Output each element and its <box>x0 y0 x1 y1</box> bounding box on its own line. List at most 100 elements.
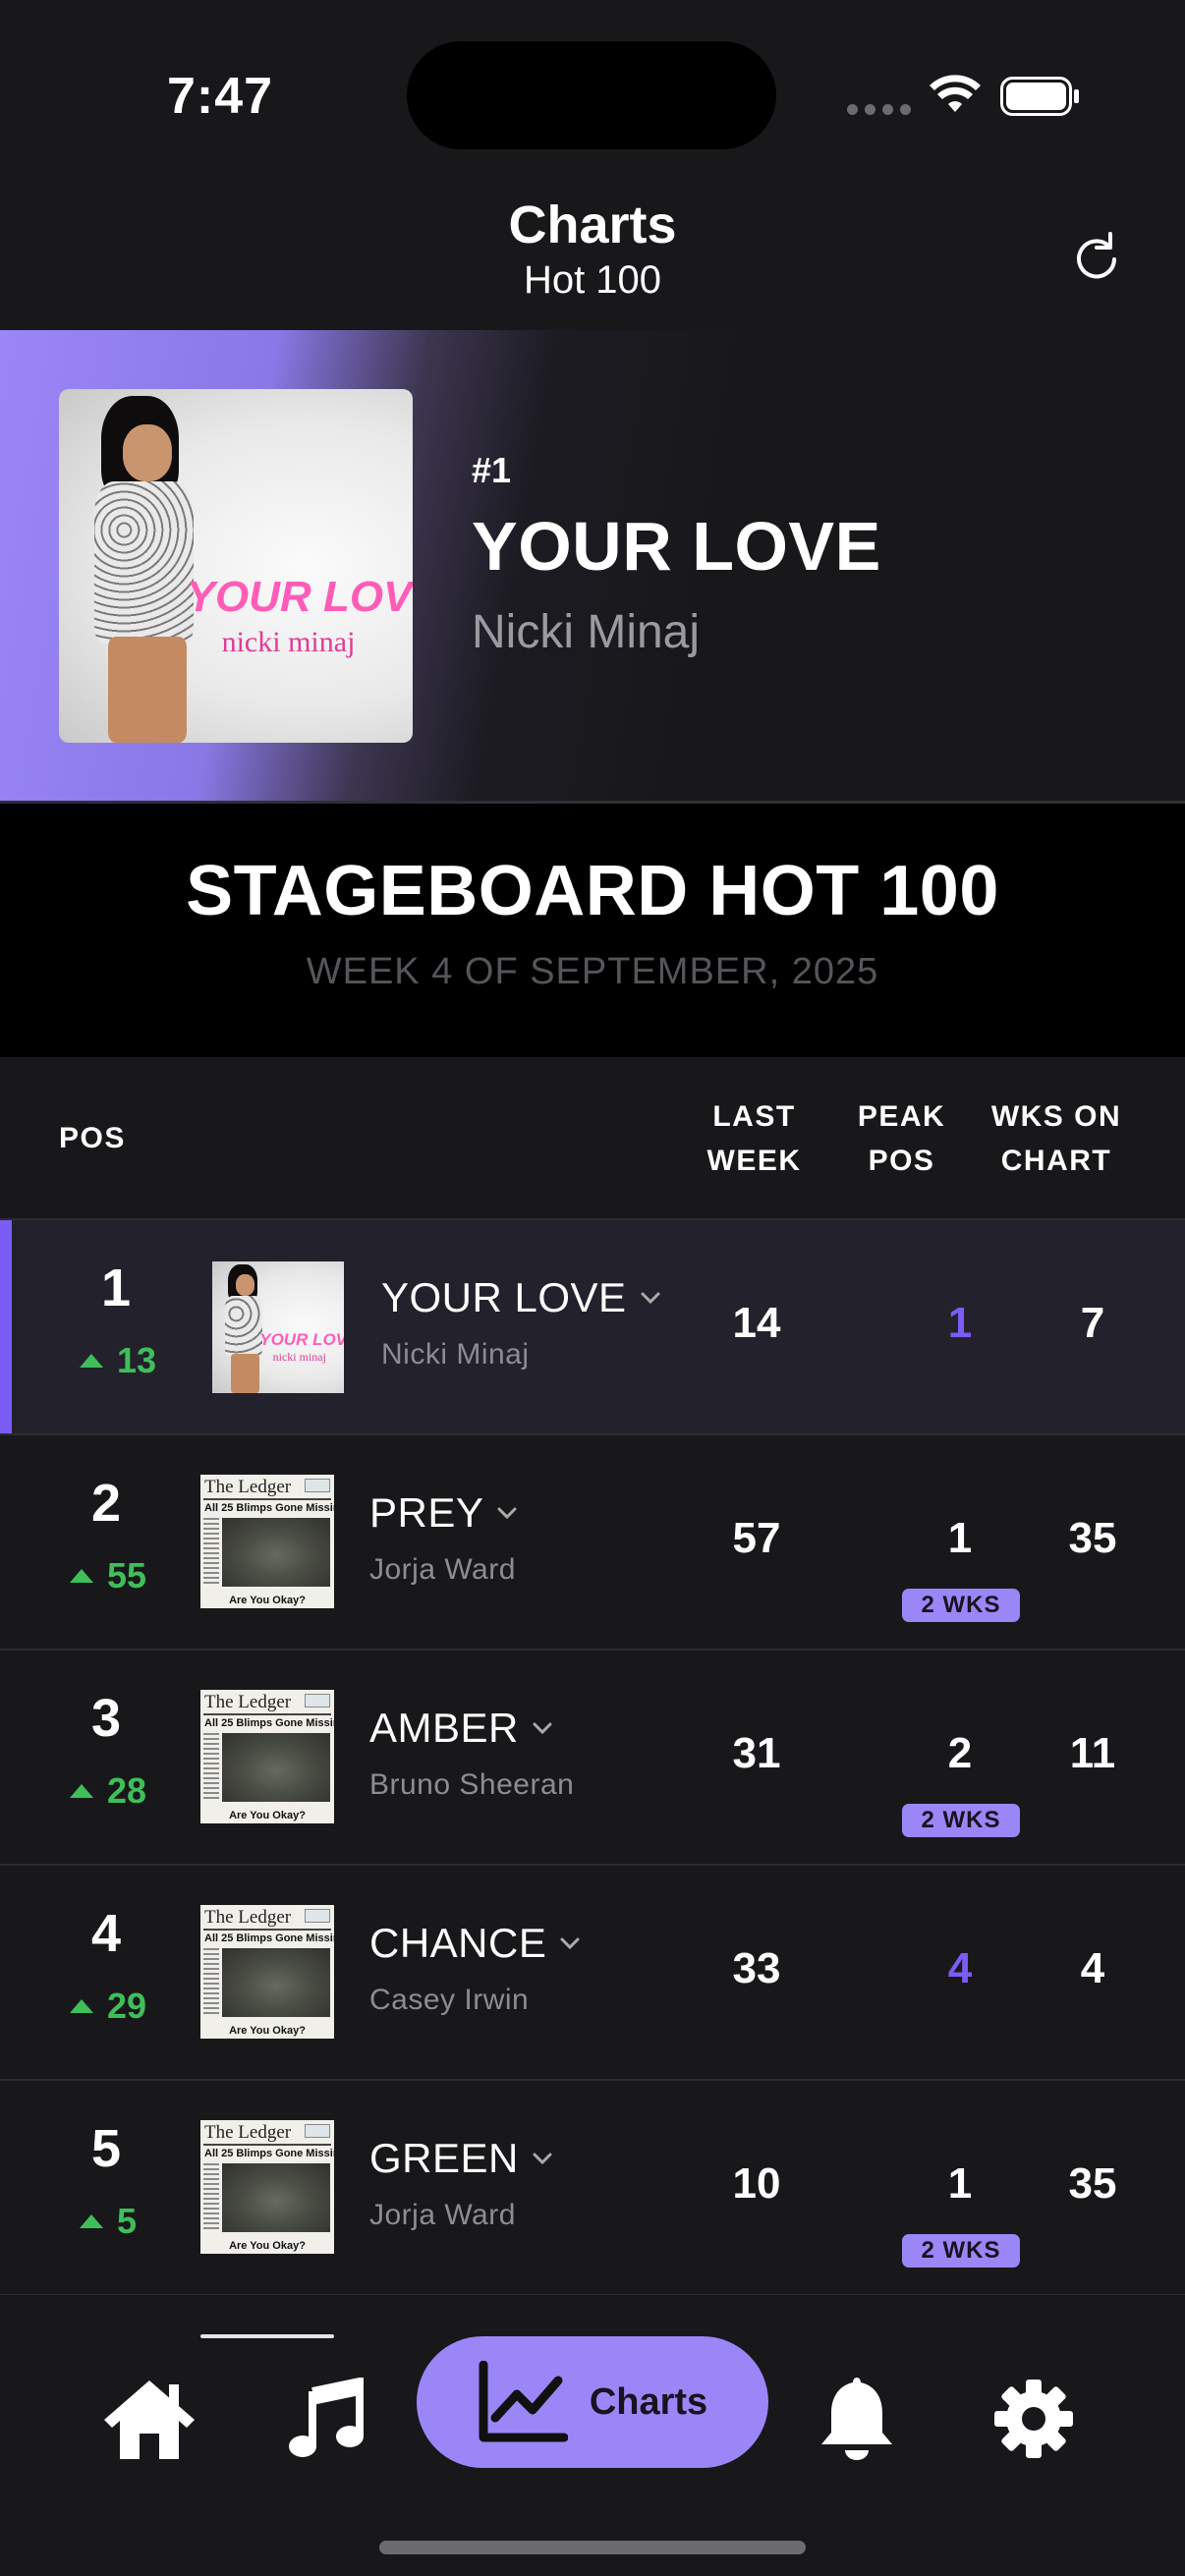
hero-song-title: YOUR LOVE <box>472 508 881 585</box>
row-last-week: 10 <box>732 2159 781 2208</box>
row-title-line[interactable]: CHANCE <box>369 1920 582 1967</box>
chart-row[interactable]: 4 29 The Ledger All 25 Blimps Gone Missin… <box>0 1866 1185 2081</box>
chart-row[interactable]: 2 55 The Ledger All 25 Blimps Gone Missin… <box>0 1435 1185 1651</box>
row-song-title: YOUR LOVE <box>381 1274 627 1320</box>
row-last-week: 57 <box>732 1514 781 1562</box>
row-rank: 3 <box>90 1689 122 1748</box>
row-wks-on-chart: 35 <box>1068 1514 1117 1562</box>
row-rank: 1 <box>100 1259 132 1317</box>
chart-title: STAGEBOARD HOT 100 <box>186 852 999 930</box>
row-song-title: AMBER <box>369 1705 519 1751</box>
nav-notifications[interactable] <box>798 2360 916 2478</box>
row-title-line[interactable]: AMBER <box>369 1705 554 1752</box>
col-last-week: LAST WEEK <box>706 1100 802 1177</box>
nav-scroll-indicator <box>200 2334 334 2338</box>
row-wks-on-chart: 7 <box>1080 1299 1105 1347</box>
hero-album-art: YOUR LOVE nicki minaj <box>59 389 413 743</box>
nav-music[interactable] <box>267 2360 385 2478</box>
chart-row[interactable]: 5 5 The Ledger All 25 Blimps Gone Missing… <box>0 2081 1185 2296</box>
music-note-icon <box>289 2378 364 2457</box>
col-pos: POS <box>59 1122 126 1154</box>
row-peak: 4 <box>947 1944 973 1992</box>
gear-icon <box>994 2380 1073 2458</box>
row-rank: 5 <box>90 2119 122 2178</box>
status-time: 7:47 <box>167 68 274 125</box>
chevron-down-icon[interactable] <box>639 1286 662 1310</box>
row-last-week: 33 <box>732 1944 781 1992</box>
signal-icon <box>847 104 911 115</box>
home-indicator <box>379 2541 806 2554</box>
page-title: Charts <box>508 196 677 254</box>
chart-row[interactable]: 3 28 The Ledger All 25 Blimps Gone Missin… <box>0 1651 1185 1866</box>
chart-line-icon <box>479 2361 568 2442</box>
nav-settings[interactable] <box>975 2360 1093 2478</box>
row-artist: Bruno Sheeran <box>369 1768 575 1801</box>
peak-weeks-badge: 2 WKS <box>902 1589 1020 1622</box>
row-album-art: The Ledger All 25 Blimps Gone Missing Are … <box>200 2120 334 2254</box>
home-icon <box>104 2380 195 2459</box>
row-wks-on-chart: 11 <box>1069 1729 1116 1777</box>
battery-icon <box>1000 77 1079 116</box>
row-song-title: PREY <box>369 1489 484 1536</box>
up-arrow-icon <box>69 1569 93 1583</box>
status-bar: 7:47 <box>0 0 1185 177</box>
row-change: 13 <box>59 1340 177 1381</box>
bell-icon <box>821 2378 892 2460</box>
chart-banner: STAGEBOARD HOT 100 WEEK 4 OF SEPTEMBER, … <box>0 804 1185 1057</box>
refresh-icon[interactable] <box>1065 226 1128 289</box>
selected-indicator <box>0 1220 12 1433</box>
row-album-art: The Ledger All 25 Blimps Gone Missing Are … <box>200 1690 334 1823</box>
row-wks-on-chart: 35 <box>1068 2159 1117 2208</box>
page-subtitle: Hot 100 <box>523 258 662 303</box>
row-title-line[interactable]: PREY <box>369 1489 519 1537</box>
row-artist: Jorja Ward <box>369 1553 516 1586</box>
chart-list: 1 13 YOUR LOVE nicki minaj YOUR LOVE Nic… <box>0 1220 1185 2296</box>
up-arrow-icon <box>69 1999 93 2013</box>
chart-week: WEEK 4 OF SEPTEMBER, 2025 <box>306 951 879 992</box>
col-wks-on-chart: WKS ON CHART <box>990 1100 1122 1177</box>
row-rank: 4 <box>90 1904 122 1963</box>
hero-artist: Nicki Minaj <box>472 606 701 658</box>
dynamic-island <box>407 41 776 149</box>
chevron-down-icon[interactable] <box>531 1716 554 1740</box>
up-arrow-icon <box>69 1784 93 1798</box>
row-change: 55 <box>49 1555 167 1596</box>
nav-charts[interactable]: Charts <box>417 2336 768 2468</box>
row-title-line[interactable]: GREEN <box>369 2135 554 2182</box>
nav-home[interactable] <box>90 2360 208 2478</box>
row-title-line[interactable]: YOUR LOVE <box>381 1274 662 1321</box>
art-title-text: YOUR LOVE <box>186 573 413 622</box>
row-album-art: The Ledger All 25 Blimps Gone Missing Are … <box>200 1475 334 1608</box>
row-last-week: 31 <box>732 1729 781 1777</box>
wifi-icon <box>930 75 981 112</box>
number-one-hero[interactable]: YOUR LOVE nicki minaj #1 YOUR LOVE Nicki… <box>0 330 1185 804</box>
chart-row[interactable]: 1 13 YOUR LOVE nicki minaj YOUR LOVE Nic… <box>0 1220 1185 1435</box>
chevron-down-icon[interactable] <box>531 2147 554 2170</box>
row-rank: 2 <box>90 1474 122 1533</box>
chevron-down-icon[interactable] <box>495 1501 519 1525</box>
row-artist: Nicki Minaj <box>381 1338 530 1371</box>
row-album-art: The Ledger All 25 Blimps Gone Missing Are … <box>200 1905 334 2039</box>
row-change: 5 <box>49 2201 167 2242</box>
art-title-text: YOUR LOVE <box>259 1329 344 1349</box>
column-headers: POS LAST WEEK PEAK POS WKS ON CHART <box>0 1057 1185 1220</box>
row-peak: 1 <box>947 1299 973 1347</box>
peak-weeks-badge: 2 WKS <box>902 2234 1020 2268</box>
up-arrow-icon <box>79 1354 103 1368</box>
up-arrow-icon <box>79 2214 103 2228</box>
nav-charts-label: Charts <box>589 2380 708 2423</box>
row-album-art: YOUR LOVE nicki minaj <box>212 1261 344 1393</box>
row-song-title: GREEN <box>369 2135 519 2181</box>
row-peak: 2 <box>947 1729 973 1777</box>
row-song-title: CHANCE <box>369 1920 547 1966</box>
peak-weeks-badge: 2 WKS <box>902 1804 1020 1837</box>
row-last-week: 14 <box>732 1299 781 1347</box>
app-header: Charts Hot 100 <box>0 196 1185 324</box>
col-peak-pos: PEAK POS <box>857 1100 946 1177</box>
hero-rank: #1 <box>472 450 512 490</box>
row-change: 28 <box>49 1770 167 1812</box>
row-peak: 1 <box>947 1514 973 1562</box>
bottom-nav: Charts <box>0 2295 1185 2576</box>
chevron-down-icon[interactable] <box>558 1932 582 1955</box>
row-artist: Casey Irwin <box>369 1984 530 2016</box>
